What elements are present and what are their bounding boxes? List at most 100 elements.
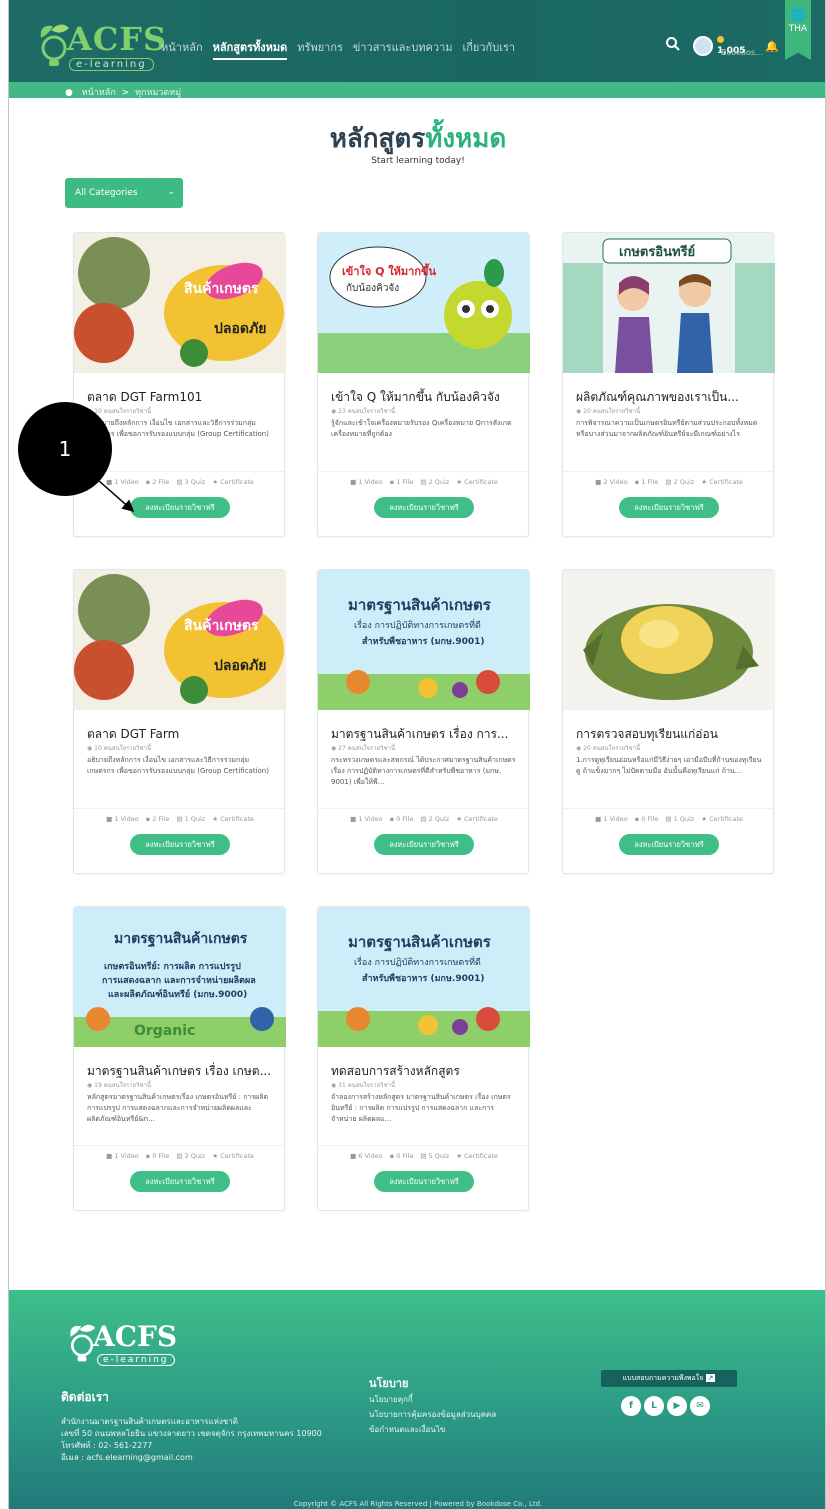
course-card[interactable]: สินค้าเกษตร ปลอดภัย ตลาด DGT Farm ◉ 10 ค… — [73, 569, 286, 874]
video-count-text: 2 Video — [603, 478, 628, 486]
privacy-policy-link[interactable]: นโยบายการคุ้มครองข้อมูลส่วนบุคคล — [369, 1407, 496, 1422]
course-card[interactable]: สินค้าเกษตร ปลอดภัย ตลาด DGT Farm101 ◉ 1… — [73, 232, 286, 537]
breadcrumb-home[interactable]: หน้าหลัก — [82, 88, 116, 98]
svg-text:Organic: Organic — [134, 1023, 195, 1039]
course-title[interactable]: เข้าใจ Q ให้มากขึ้น กับน้องคิวจัง — [331, 388, 519, 407]
file-count-text: 1 File — [641, 478, 659, 486]
youtube-icon[interactable]: ▶ — [667, 1396, 687, 1416]
enroll-free-button[interactable]: ลงทะเบียนรายวิชาฟรี — [619, 497, 719, 518]
cookie-policy-link[interactable]: นโยบายคุกกี้ — [369, 1392, 496, 1407]
search-icon[interactable] — [665, 36, 681, 52]
course-thumbnail: สินค้าเกษตร ปลอดภัย — [74, 570, 286, 710]
certificate-badge: ★ Certificate — [212, 1152, 254, 1160]
facebook-icon[interactable]: f — [621, 1396, 641, 1416]
leaf-bulb-icon — [40, 24, 69, 66]
satisfaction-survey-button[interactable]: แบบสอบถามความพึงพอใจ ↗ — [601, 1370, 737, 1387]
course-views: ◉ 27 คนสนใจรายวิชานี้ — [331, 743, 395, 753]
course-title[interactable]: การตรวจสอบทุเรียนแก่อ่อน — [576, 725, 764, 744]
enroll-free-button[interactable]: ลงทะเบียนรายวิชาฟรี — [130, 1171, 230, 1192]
contact-org: สำนักงานมาตรฐานสินค้าเกษตรและอาหารแห่งชา… — [61, 1417, 238, 1426]
quiz-count: ▤ 3 Quiz — [176, 478, 205, 486]
certificate-badge: ★ Certificate — [701, 478, 743, 486]
course-title[interactable]: มาตรฐานสินค้าเกษตร เรื่อง เกษต... — [87, 1062, 275, 1081]
bell-icon[interactable]: 🔔 — [765, 40, 779, 53]
page-frame: ACFS e-learning หน้าหลัก หลักสูตรทั้งหมด… — [8, 0, 826, 1509]
page-subtitle: Start learning today! — [371, 156, 465, 166]
line-icon[interactable]: L — [644, 1396, 664, 1416]
category-select[interactable]: All Categories ⌄ — [65, 178, 183, 208]
terms-link[interactable]: ข้อกำหนดและเงื่อนไข — [369, 1422, 496, 1437]
course-card[interactable]: เกษตรอินทรีย์ ผลิตภัณฑ์คุณภาพของเราเป็น.… — [562, 232, 775, 537]
course-card[interactable]: การตรวจสอบทุเรียนแก่อ่อน ◉ 20 คนสนใจรายว… — [562, 569, 775, 874]
course-meta: ■ 1 Video ▪ 0 File ▤ 1 Quiz ★ Certificat… — [563, 808, 775, 823]
acfs-logo[interactable]: ACFS e-learning — [37, 14, 166, 74]
avatar[interactable] — [693, 36, 713, 56]
course-title[interactable]: มาตรฐานสินค้าเกษตร เรื่อง การ... — [331, 725, 519, 744]
course-image[interactable]: เกษตรอินทรีย์ — [563, 233, 775, 373]
course-card[interactable]: มาตรฐานสินค้าเกษตร เรื่อง การปฏิบัติทางก… — [317, 569, 530, 874]
certificate-text: Certificate — [220, 1152, 254, 1160]
contact-email[interactable]: อีเมล : acfs.elearning@gmail.com — [61, 1452, 322, 1464]
eye-icon: ◉ — [331, 745, 337, 752]
video-count-text: 1 Video — [114, 1152, 139, 1160]
enroll-free-button[interactable]: ลงทะเบียนรายวิชาฟรี — [619, 834, 719, 855]
certificate-icon: ★ — [212, 815, 219, 823]
course-image[interactable] — [563, 570, 775, 710]
certificate-icon: ★ — [456, 478, 463, 486]
email-icon[interactable]: ✉ — [690, 1396, 710, 1416]
course-card[interactable]: เข้าใจ Q ให้มากขึ้น กับน้องคิวจัง เข้าใจ… — [317, 232, 530, 537]
course-views: ◉ 20 คนสนใจรายวิชานี้ — [576, 743, 640, 753]
eye-icon: ◉ — [331, 408, 337, 415]
course-title[interactable]: ทดสอบการสร้างหลักสูตร — [331, 1062, 519, 1081]
course-card[interactable]: มาตรฐานสินค้าเกษตร เกษตรอินทรีย์: การผลิ… — [73, 906, 286, 1211]
enroll-free-button[interactable]: ลงทะเบียนรายวิชาฟรี — [130, 834, 230, 855]
user-menu[interactable]: 1,005 Bookdos... — [693, 32, 763, 60]
quiz-count-text: 5 Quiz — [428, 1152, 450, 1160]
enroll-free-button[interactable]: ลงทะเบียนรายวิชาฟรี — [374, 1171, 474, 1192]
eye-icon: ◉ — [87, 745, 93, 752]
course-card[interactable]: มาตรฐานสินค้าเกษตร เรื่อง การปฏิบัติทางก… — [317, 906, 530, 1211]
course-description: รู้จักและเข้าใจเครื่องหมายรับรอง Qเครื่อ… — [331, 419, 512, 438]
certificate-text: Certificate — [709, 478, 743, 486]
course-image[interactable]: สินค้าเกษตร ปลอดภัย — [74, 570, 286, 710]
footer-logo[interactable]: ACFS e-learning — [67, 1318, 187, 1368]
nav-resources[interactable]: ทรัพยากร — [297, 38, 343, 60]
quiz-count-text: 3 Quiz — [184, 478, 206, 486]
course-image[interactable]: มาตรฐานสินค้าเกษตร เกษตรอินทรีย์: การผลิ… — [74, 907, 286, 1047]
enroll-free-button[interactable]: ลงทะเบียนรายวิชาฟรี — [374, 497, 474, 518]
nav-news[interactable]: ข่าวสารและบทความ — [353, 38, 453, 60]
quiz-icon: ▤ — [420, 1152, 427, 1160]
course-thumbnail: มาตรฐานสินค้าเกษตร เกษตรอินทรีย์: การผลิ… — [74, 907, 286, 1047]
course-image[interactable]: มาตรฐานสินค้าเกษตร เรื่อง การปฏิบัติทางก… — [318, 907, 530, 1047]
file-count: ▪ 0 File — [390, 1152, 414, 1160]
quiz-count-text: 2 Quiz — [428, 478, 450, 486]
course-meta: ■ 1 Video ▪ 1 File ▤ 2 Quiz ★ Certificat… — [318, 471, 530, 486]
course-title[interactable]: ผลิตภัณฑ์คุณภาพของเราเป็น... — [576, 388, 764, 407]
course-views: ◉ 19 คนสนใจรายวิชานี้ — [87, 1080, 151, 1090]
file-icon: ▪ — [634, 815, 640, 823]
enroll-free-button[interactable]: ลงทะเบียนรายวิชาฟรี — [130, 497, 230, 518]
video-icon: ■ — [350, 1152, 357, 1160]
nav-home[interactable]: หน้าหลัก — [161, 38, 203, 60]
course-title[interactable]: ตลาด DGT Farm — [87, 725, 275, 744]
eye-icon: ◉ — [87, 1082, 93, 1089]
top-navbar: ACFS e-learning หน้าหลัก หลักสูตรทั้งหมด… — [9, 0, 825, 82]
certificate-badge: ★ Certificate — [456, 478, 498, 486]
course-image[interactable]: มาตรฐานสินค้าเกษตร เรื่อง การปฏิบัติทางก… — [318, 570, 530, 710]
certificate-text: Certificate — [220, 815, 254, 823]
course-image[interactable]: เข้าใจ Q ให้มากขึ้น กับน้องคิวจัง — [318, 233, 530, 373]
quiz-count-text: 2 Quiz — [184, 1152, 206, 1160]
policy-links: นโยบายคุกกี้ นโยบายการคุ้มครองข้อมูลส่วน… — [369, 1392, 496, 1437]
course-image[interactable]: สินค้าเกษตร ปลอดภัย — [74, 233, 286, 373]
video-count: ■ 1 Video — [106, 478, 139, 486]
file-icon: ▪ — [145, 478, 151, 486]
video-icon: ■ — [106, 478, 113, 486]
file-count-text: 0 File — [641, 815, 659, 823]
category-select-value: All Categories — [75, 188, 138, 198]
course-thumbnail: สินค้าเกษตร ปลอดภัย — [74, 233, 286, 373]
nav-about[interactable]: เกี่ยวกับเรา — [463, 38, 516, 60]
language-switch[interactable]: 🌐 THA — [785, 0, 811, 60]
nav-all-courses[interactable]: หลักสูตรทั้งหมด — [212, 38, 288, 60]
course-title[interactable]: ตลาด DGT Farm101 — [87, 388, 275, 407]
enroll-free-button[interactable]: ลงทะเบียนรายวิชาฟรี — [374, 834, 474, 855]
